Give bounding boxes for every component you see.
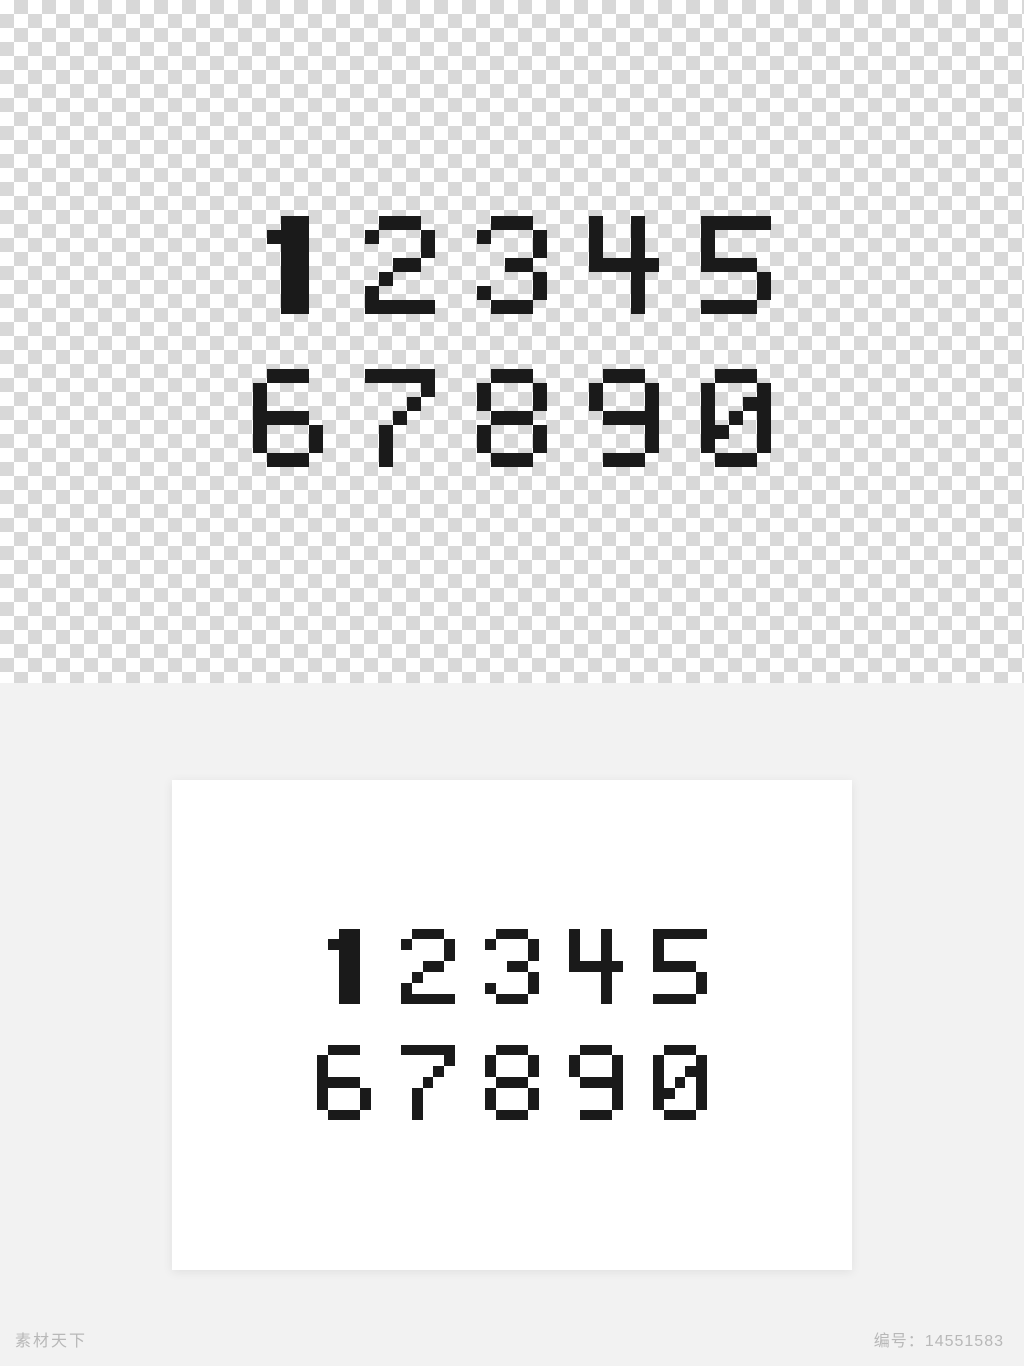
pixel-digit-4 (569, 929, 623, 1005)
watermark-id-label: 编号： (874, 1333, 925, 1350)
pixel-digit-8 (485, 1045, 539, 1121)
watermark-brand: 素材天下 (15, 1327, 87, 1351)
pixel-digit-0 (653, 1045, 707, 1121)
thumbnail-card (172, 780, 852, 1270)
pixel-digit-1 (317, 929, 371, 1005)
digit-row-1-small (317, 929, 707, 1005)
pixel-digit-6 (253, 369, 323, 467)
thumbnail-preview-area: 素材天下 编号：14551583 (0, 683, 1024, 1366)
digit-row-1-large (253, 216, 771, 314)
pixel-digit-3 (485, 929, 539, 1005)
digit-set-large (253, 216, 771, 467)
pixel-digit-0 (701, 369, 771, 467)
transparent-preview-area (0, 0, 1024, 683)
pixel-digit-2 (401, 929, 455, 1005)
watermark-id-value: 14551583 (925, 1333, 1004, 1350)
pixel-digit-3 (477, 216, 547, 314)
pixel-digit-9 (589, 369, 659, 467)
pixel-digit-1 (253, 216, 323, 314)
pixel-digit-7 (365, 369, 435, 467)
pixel-digit-5 (701, 216, 771, 314)
digit-row-2-large (253, 369, 771, 467)
pixel-digit-4 (589, 216, 659, 314)
digit-row-2-small (317, 1045, 707, 1121)
digit-set-small (317, 929, 707, 1121)
pixel-digit-8 (477, 369, 547, 467)
pixel-digit-6 (317, 1045, 371, 1121)
pixel-digit-5 (653, 929, 707, 1005)
pixel-digit-9 (569, 1045, 623, 1121)
pixel-digit-2 (365, 216, 435, 314)
watermark-id: 编号：14551583 (874, 1327, 1004, 1351)
pixel-digit-7 (401, 1045, 455, 1121)
